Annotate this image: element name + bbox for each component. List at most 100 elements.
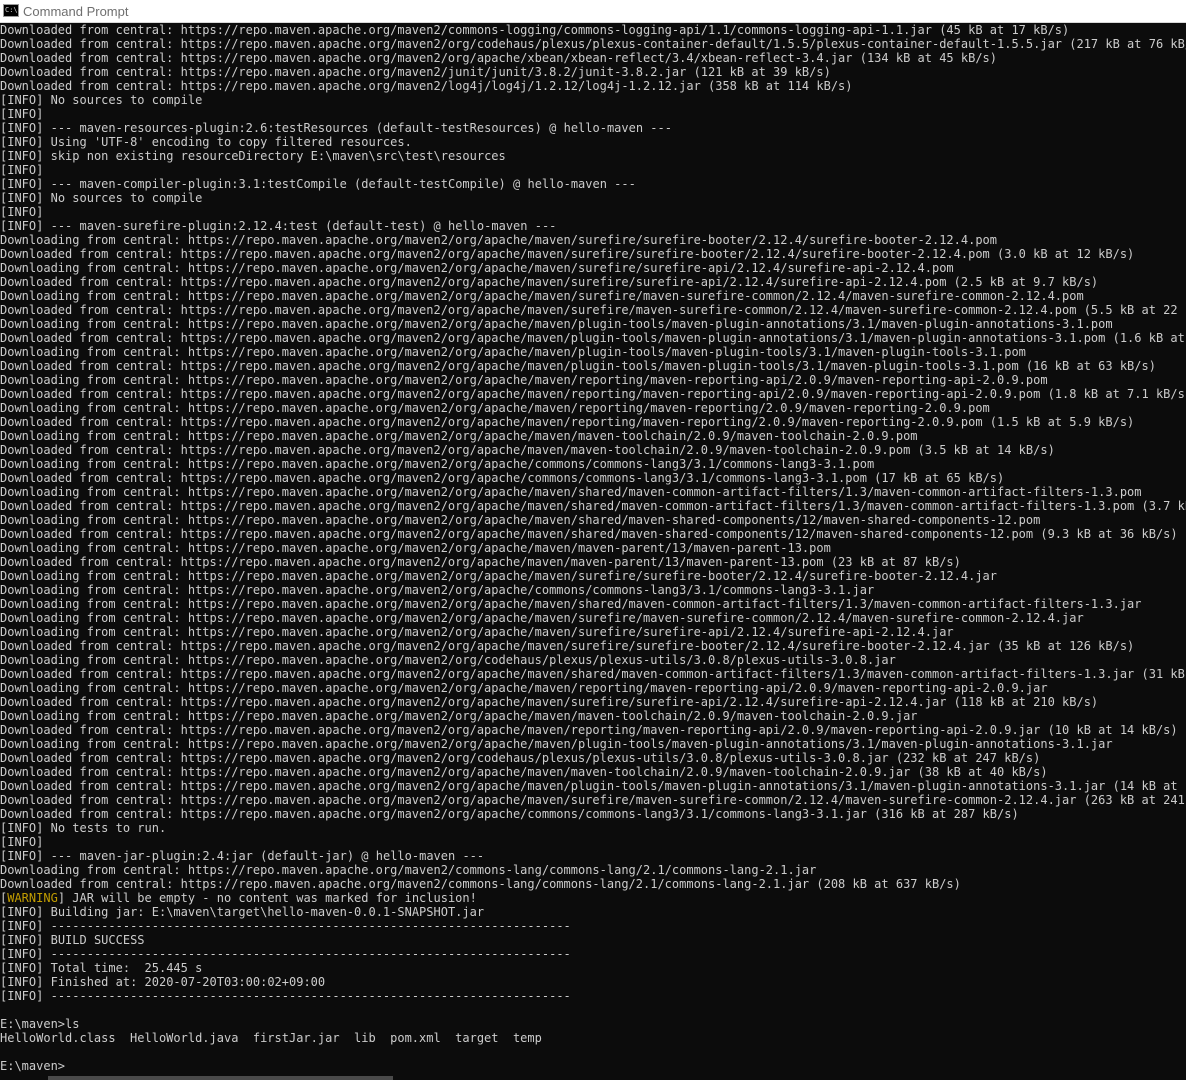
info-tag: INFO: [7, 219, 37, 233]
log-text: Downloaded from central: https://repo.ma…: [0, 51, 997, 65]
log-text: Downloaded from central: https://repo.ma…: [0, 877, 961, 891]
log-text: Downloaded from central: https://repo.ma…: [0, 779, 1186, 793]
project-name: hello-maven: [448, 219, 528, 233]
console-line: E:\maven>ls: [0, 1017, 1186, 1031]
at-sign: @: [433, 219, 441, 233]
window-title: Command Prompt: [23, 4, 129, 19]
console-line: Downloading from central: https://repo.m…: [0, 583, 1186, 597]
goal-suffix: ---: [606, 177, 636, 191]
console-line: Downloaded from central: https://repo.ma…: [0, 877, 1186, 891]
log-text: Downloading from central: https://repo.m…: [0, 625, 954, 639]
goal-prefix: ---: [50, 121, 80, 135]
goal-suffix: ---: [643, 121, 672, 135]
console-line: Downloaded from central: https://repo.ma…: [0, 79, 1186, 93]
console-line: [INFO] --- maven-compiler-plugin:3.1:tes…: [0, 177, 636, 191]
console-output[interactable]: Downloaded from central: https://repo.ma…: [0, 23, 1186, 1080]
console-line: Downloaded from central: https://repo.ma…: [0, 751, 1186, 765]
console-line: Downloading from central: https://repo.m…: [0, 681, 1186, 695]
log-text: Downloaded from central: https://repo.ma…: [0, 695, 1099, 709]
plugin-name: maven-resources-plugin:2.6:testResources: [79, 121, 369, 135]
log-message: Using 'UTF-8' encoding to copy filtered …: [50, 135, 412, 149]
log-text: Downloaded from central: https://repo.ma…: [0, 793, 1186, 807]
console-line: [INFO] --- maven-resources-plugin:2.6:te…: [0, 121, 672, 135]
console-line: Downloaded from central: https://repo.ma…: [0, 639, 1186, 653]
info-tag: INFO: [7, 961, 37, 975]
log-text: Downloading from central: https://repo.m…: [0, 457, 875, 471]
console-line: Downloaded from central: https://repo.ma…: [0, 807, 1186, 821]
console-line: Downloaded from central: https://repo.ma…: [0, 527, 1186, 541]
console-line: [INFO] No tests to run.: [0, 821, 167, 835]
console-line: Downloaded from central: https://repo.ma…: [0, 275, 1186, 289]
project-name: hello-maven: [375, 849, 456, 863]
log-message: No sources to compile: [50, 93, 203, 107]
log-text: Downloaded from central: https://repo.ma…: [0, 527, 1178, 541]
plugin-name: maven-compiler-plugin:3.1:testCompile: [79, 177, 347, 191]
log-text: Downloaded from central: https://repo.ma…: [0, 23, 1070, 37]
console-line: [INFO] Finished at: 2020-07-20T03:00:02+…: [0, 975, 326, 989]
log-text: Downloading from central: https://repo.m…: [0, 597, 1142, 611]
console-line: Downloading from central: https://repo.m…: [0, 429, 1186, 443]
log-text: Downloaded from central: https://repo.ma…: [0, 639, 1135, 653]
console-line: Downloading from central: https://repo.m…: [0, 401, 1186, 415]
info-tag: INFO: [7, 947, 37, 961]
console-line: Downloaded from central: https://repo.ma…: [0, 247, 1186, 261]
console-line: Downloaded from central: https://repo.ma…: [0, 793, 1186, 807]
console-line: E:\maven>: [0, 1059, 1186, 1073]
console-line: Downloaded from central: https://repo.ma…: [0, 23, 1186, 37]
console-line: [INFO] --- maven-surefire-plugin:2.12.4:…: [0, 219, 557, 233]
console-line: Downloaded from central: https://repo.ma…: [0, 415, 1186, 429]
console-line: [INFO] ---------------------------------…: [0, 989, 571, 1003]
console-line: Downloading from central: https://repo.m…: [0, 611, 1186, 625]
log-text: Downloaded from central: https://repo.ma…: [0, 359, 1156, 373]
title-bar: C:\ Command Prompt: [0, 0, 1186, 23]
info-tag: INFO: [7, 177, 37, 191]
console-line: Downloading from central: https://repo.m…: [0, 709, 1186, 723]
console-line: [INFO] Using 'UTF-8' encoding to copy fi…: [0, 135, 412, 149]
log-text: Downloaded from central: https://repo.ma…: [0, 443, 1055, 457]
plugin-name: maven-surefire-plugin:2.12.4:test: [79, 219, 318, 233]
log-text: HelloWorld.class HelloWorld.java firstJa…: [0, 1031, 542, 1045]
info-tag: INFO: [7, 135, 37, 149]
log-message: JAR will be empty - no content was marke…: [72, 891, 477, 905]
log-message: skip non existing resourceDirectory E:\m…: [50, 149, 506, 163]
log-text: Downloading from central: https://repo.m…: [0, 709, 918, 723]
log-text: Downloaded from central: https://repo.ma…: [0, 555, 961, 569]
log-text: Downloading from central: https://repo.m…: [0, 261, 954, 275]
log-text: Downloading from central: https://repo.m…: [0, 569, 997, 583]
console-line: Downloading from central: https://repo.m…: [0, 345, 1186, 359]
log-text: Downloading from central: https://repo.m…: [0, 541, 831, 555]
console-line: Downloaded from central: https://repo.ma…: [0, 303, 1186, 317]
info-tag: INFO: [7, 191, 37, 205]
console-line: Downloading from central: https://repo.m…: [0, 653, 1186, 667]
log-message: Total time: 25.445 s: [50, 961, 203, 975]
log-text: Downloading from central: https://repo.m…: [0, 233, 997, 247]
console-line: [INFO] BUILD SUCCESS: [0, 933, 145, 947]
console-line: Downloading from central: https://repo.m…: [0, 373, 1186, 387]
info-tag: INFO: [7, 205, 37, 219]
execution-id: (default-test): [325, 219, 427, 233]
horizontal-scrollbar[interactable]: [0, 1075, 1186, 1080]
warning-tag: WARNING: [7, 891, 58, 905]
info-tag: INFO: [7, 975, 37, 989]
info-tag: INFO: [7, 821, 37, 835]
console-line: Downloaded from central: https://repo.ma…: [0, 331, 1186, 345]
console-line: Downloaded from central: https://repo.ma…: [0, 779, 1186, 793]
scrollbar-thumb[interactable]: [48, 1076, 393, 1080]
log-text: Downloaded from central: https://repo.ma…: [0, 667, 1186, 681]
log-text: Downloaded from central: https://repo.ma…: [0, 387, 1186, 401]
log-text: Downloading from central: https://repo.m…: [0, 485, 1142, 499]
console-line: Downloaded from central: https://repo.ma…: [0, 37, 1186, 51]
log-text: Downloaded from central: https://repo.ma…: [0, 471, 1005, 485]
console-line: [INFO] No sources to compile: [0, 93, 203, 107]
info-tag: INFO: [7, 919, 37, 933]
log-text: Downloading from central: https://repo.m…: [0, 401, 990, 415]
console-line: Downloading from central: https://repo.m…: [0, 317, 1186, 331]
log-text: Downloaded from central: https://repo.ma…: [0, 275, 1099, 289]
plugin-name: maven-jar-plugin:2.4:jar: [79, 849, 253, 863]
console-line: Downloaded from central: https://repo.ma…: [0, 359, 1186, 373]
log-text: Downloading from central: https://repo.m…: [0, 289, 1084, 303]
log-text: Downloading from central: https://repo.m…: [0, 513, 1041, 527]
log-text: Downloaded from central: https://repo.ma…: [0, 79, 853, 93]
info-tag: INFO: [7, 93, 37, 107]
console-line: Downloading from central: https://repo.m…: [0, 541, 1186, 555]
